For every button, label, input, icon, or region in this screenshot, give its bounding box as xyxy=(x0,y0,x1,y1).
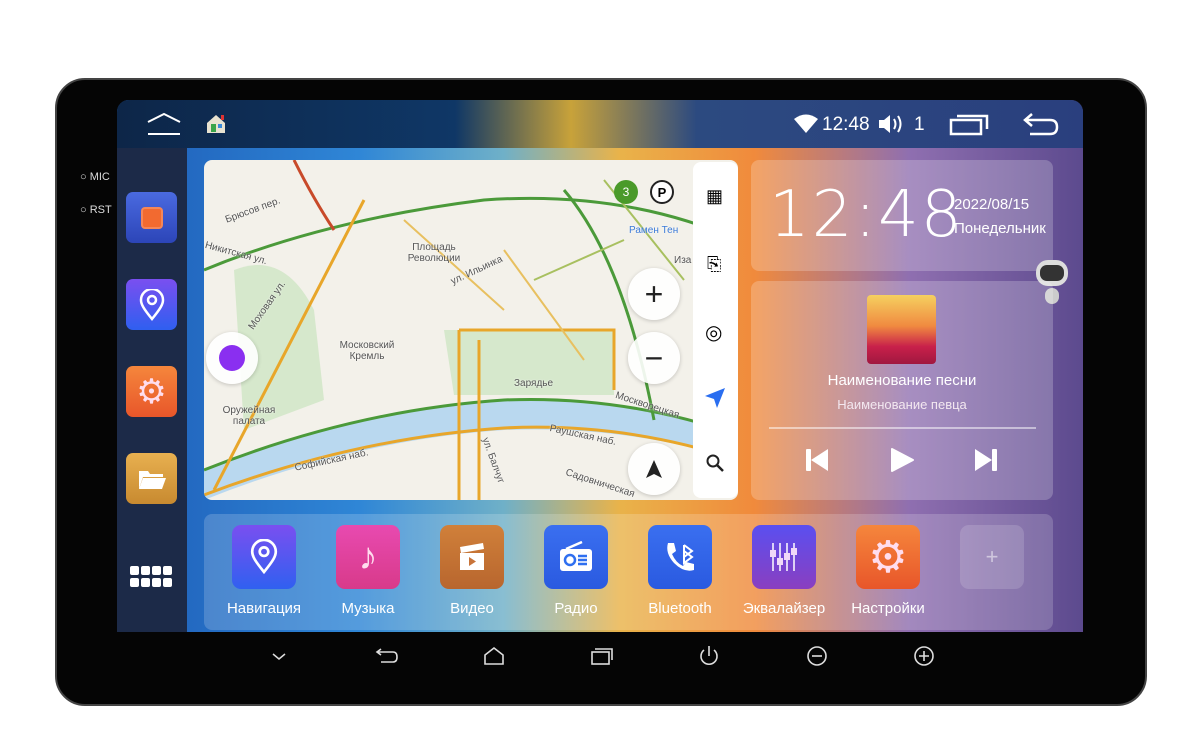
app-equalizer[interactable] xyxy=(752,525,816,589)
bookmarks-icon[interactable]: ⎘ xyxy=(707,254,721,275)
app-navigation-label: Навигация xyxy=(226,600,302,617)
volume-level: 1 xyxy=(914,114,925,135)
volume-up-icon[interactable] xyxy=(912,644,936,668)
recent-apps-icon[interactable] xyxy=(949,112,989,136)
previous-track-icon[interactable] xyxy=(804,447,830,473)
app-music-label: Музыка xyxy=(341,600,395,617)
compass-button[interactable] xyxy=(628,443,680,495)
music-note-icon: ♪ xyxy=(358,535,378,578)
rst-label: RST xyxy=(89,204,112,216)
home-outline-icon[interactable] xyxy=(146,112,182,136)
map-label: Зарядье xyxy=(514,378,554,389)
map-label: Иза xyxy=(674,255,692,266)
clapperboard-icon xyxy=(460,543,484,570)
map-label: Оружейная палата xyxy=(222,405,276,427)
parking-button[interactable]: P xyxy=(650,180,674,204)
alice-icon xyxy=(219,345,245,371)
mic-indicator: ○ MIC xyxy=(80,171,110,183)
dock-file-manager[interactable] xyxy=(126,453,177,504)
wifi-icon xyxy=(794,114,818,133)
radio-icon xyxy=(560,541,592,571)
recent-apps-icon[interactable] xyxy=(590,644,614,668)
map-pin-icon xyxy=(250,539,278,575)
add-app-button[interactable]: + xyxy=(960,525,1024,589)
dock-navigation[interactable] xyxy=(126,279,177,330)
app-bluetooth[interactable] xyxy=(648,525,712,589)
app-video-label: Видео xyxy=(450,600,494,617)
map-toolbar: ▦ ⎘ ◎ xyxy=(693,162,738,498)
album-art xyxy=(867,295,936,364)
next-track-icon[interactable] xyxy=(973,447,999,473)
gear-icon: ⚙ xyxy=(868,532,908,582)
back-icon[interactable] xyxy=(375,644,399,668)
app-music[interactable]: ♪ xyxy=(336,525,400,589)
clock-date: 2022/08/15 xyxy=(954,196,1030,213)
mic-label: MIC xyxy=(89,171,110,183)
services-icon[interactable]: ▦ xyxy=(706,186,723,207)
gear-icon: ⚙ xyxy=(136,372,167,411)
map-label: Площадь Революции xyxy=(407,242,461,264)
app-equalizer-label: Эквалайзер xyxy=(742,600,826,617)
volume-icon[interactable] xyxy=(877,113,903,135)
app-bar: Навигация ♪ Музыка Видео Радио Bluetooth… xyxy=(204,514,1053,630)
dock-dvr-camera[interactable] xyxy=(126,192,177,243)
side-dock: ⚙ xyxy=(117,148,187,632)
alice-assistant-button[interactable] xyxy=(206,332,258,384)
app-video[interactable] xyxy=(440,525,504,589)
home-icon[interactable] xyxy=(482,644,506,668)
power-icon[interactable] xyxy=(697,644,721,668)
map-label: Рамен Тен xyxy=(629,225,679,236)
north-arrow-icon xyxy=(646,460,662,478)
artist-name: Наименование певца xyxy=(837,397,967,412)
zoom-out-button[interactable]: − xyxy=(628,332,680,384)
progress-bar[interactable] xyxy=(769,427,1036,429)
navigate-arrow-icon[interactable] xyxy=(705,388,725,408)
music-service-icon[interactable]: ◎ xyxy=(705,320,722,345)
zoom-in-button[interactable]: + xyxy=(628,268,680,320)
clock-widget[interactable]: 12:48 2022/08/15 Понедельник xyxy=(751,160,1053,271)
app-settings[interactable]: ⚙ xyxy=(856,525,920,589)
bluetooth-phone-icon xyxy=(667,543,694,571)
app-settings-label: Настройки xyxy=(851,600,925,617)
music-widget: Наименование песни Наименование певца xyxy=(751,281,1053,500)
folder-icon xyxy=(138,470,166,489)
traffic-score-badge[interactable]: 3 xyxy=(614,180,638,204)
back-icon[interactable] xyxy=(1022,112,1060,136)
clock-time: 12:48 xyxy=(769,178,964,252)
equalizer-icon xyxy=(770,543,797,571)
launcher-house-icon[interactable] xyxy=(205,113,227,135)
camera-icon xyxy=(140,206,163,229)
app-radio[interactable] xyxy=(544,525,608,589)
status-time: 12:48 xyxy=(822,114,870,135)
status-bar: 12:48 1 xyxy=(117,100,1083,148)
dock-settings[interactable]: ⚙ xyxy=(126,366,177,417)
app-navigation[interactable] xyxy=(232,525,296,589)
rst-button[interactable]: ○ RST xyxy=(80,204,112,216)
app-radio-label: Радио xyxy=(554,600,598,617)
volume-down-icon[interactable] xyxy=(805,644,829,668)
map-label: Московский Кремль xyxy=(339,340,395,362)
song-title: Наименование песни xyxy=(827,372,977,389)
map-pin-icon xyxy=(139,288,164,321)
app-drawer-icon[interactable] xyxy=(130,566,174,588)
map-widget[interactable]: Брюсов пер. Никитская ул. Моховая ул. Пл… xyxy=(204,160,738,500)
search-icon[interactable] xyxy=(706,454,724,472)
app-bluetooth-label: Bluetooth xyxy=(648,600,712,617)
screen: 12:48 1 ⚙ Брюсов пер. Никитская ул. Мохо… xyxy=(117,100,1083,632)
chevron-down-icon[interactable] xyxy=(267,644,291,668)
play-icon[interactable] xyxy=(889,447,915,473)
clock-weekday: Понедельник xyxy=(954,220,1046,237)
